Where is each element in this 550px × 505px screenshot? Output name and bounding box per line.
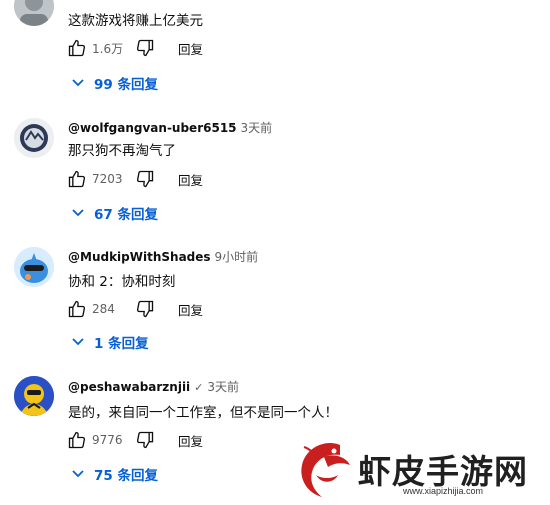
- comment-time[interactable]: 3天前: [241, 121, 273, 135]
- replies-count-label: 75 条回复: [94, 468, 158, 484]
- comment-text: 那只狗不再淘气了: [68, 143, 176, 159]
- site-watermark: 虾皮手游网 www.xiapizhijia.com: [290, 435, 550, 505]
- comment-actions: 1.6万 回复: [66, 36, 203, 60]
- comment-actions: 9776 回复: [66, 428, 203, 452]
- comment-text: 是的，来自同一个工作室，但不是同一个人！: [68, 405, 338, 421]
- replies-count-label: 1 条回复: [94, 336, 149, 352]
- like-count: 284: [92, 302, 115, 316]
- like-icon[interactable]: [66, 37, 88, 59]
- reply-button[interactable]: 回复: [178, 431, 203, 450]
- comment-actions: 7203 回复: [66, 167, 203, 191]
- chevron-down-icon: [72, 205, 84, 221]
- author-name[interactable]: @wolfgangvan-uber6515: [68, 121, 237, 135]
- view-replies-button[interactable]: 67 条回复: [72, 201, 158, 225]
- dislike-icon[interactable]: [134, 37, 156, 59]
- dislike-icon[interactable]: [134, 168, 156, 190]
- comment-header: @wolfgangvan-uber6515 3天前: [68, 119, 272, 136]
- like-count: 7203: [92, 172, 123, 186]
- comment-text: 协和 2：协和时刻: [68, 274, 176, 290]
- comment-header: @peshawabarznjii ✓ 3天前: [68, 378, 239, 395]
- like-icon[interactable]: [66, 168, 88, 190]
- reply-button[interactable]: 回复: [178, 39, 203, 58]
- dislike-icon[interactable]: [134, 298, 156, 320]
- dislike-icon[interactable]: [134, 429, 156, 451]
- verified-check-icon: ✓: [194, 381, 204, 394]
- comment-time[interactable]: 3天前: [207, 380, 239, 394]
- comment-actions: 284 回复: [66, 297, 203, 321]
- view-replies-button[interactable]: 1 条回复: [72, 330, 149, 354]
- avatar[interactable]: [14, 0, 54, 26]
- shrimp-logo-icon: [301, 443, 350, 497]
- author-name[interactable]: @peshawabarznjii: [68, 380, 190, 394]
- avatar[interactable]: [14, 118, 54, 158]
- view-replies-button[interactable]: 75 条回复: [72, 462, 158, 486]
- chevron-down-icon: [72, 466, 84, 482]
- comment-header: @MudkipWithShades 9小时前: [68, 248, 258, 265]
- avatar[interactable]: [14, 376, 54, 416]
- like-icon[interactable]: [66, 298, 88, 320]
- author-name[interactable]: @MudkipWithShades: [68, 250, 211, 264]
- like-count: 9776: [92, 433, 123, 447]
- comment-text: 这款游戏将赚上亿美元: [68, 13, 203, 29]
- replies-count-label: 99 条回复: [94, 77, 158, 93]
- avatar[interactable]: [14, 247, 54, 287]
- replies-count-label: 67 条回复: [94, 207, 158, 223]
- reply-button[interactable]: 回复: [178, 300, 203, 319]
- reply-button[interactable]: 回复: [178, 170, 203, 189]
- chevron-down-icon: [72, 75, 84, 91]
- like-icon[interactable]: [66, 429, 88, 451]
- watermark-url: www.xiapizhijia.com: [403, 486, 484, 496]
- like-count: 1.6万: [92, 41, 124, 56]
- view-replies-button[interactable]: 99 条回复: [72, 71, 158, 95]
- chevron-down-icon: [72, 334, 84, 350]
- comment-time[interactable]: 9小时前: [215, 250, 259, 264]
